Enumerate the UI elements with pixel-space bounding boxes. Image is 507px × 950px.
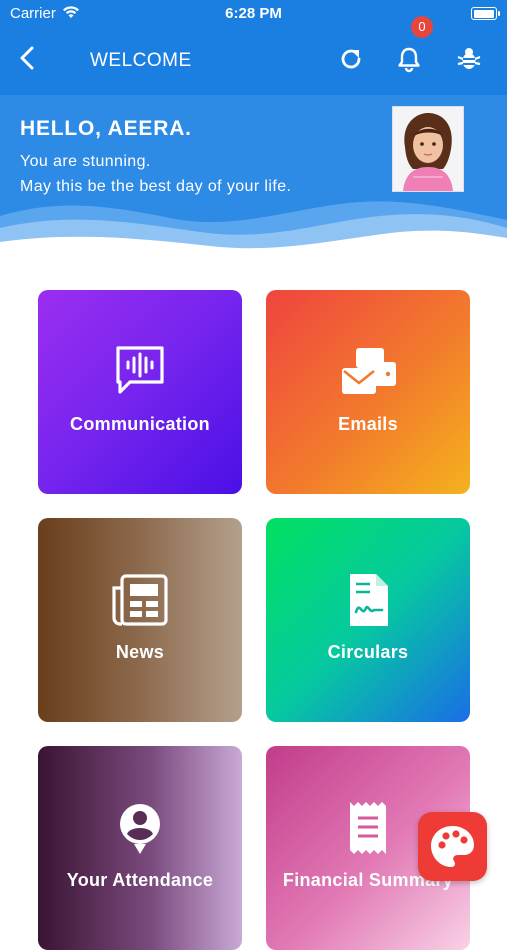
back-icon[interactable] <box>14 44 42 72</box>
notification-badge: 0 <box>411 16 433 38</box>
bell-icon[interactable] <box>395 45 423 73</box>
avatar <box>393 107 463 191</box>
greeting-banner: HELLO, AEERA. You are stunning. May this… <box>0 95 507 265</box>
navigation-bar: WELCOME <box>0 28 507 92</box>
tile-label: Your Attendance <box>66 870 214 890</box>
page-title: WELCOME <box>90 50 192 71</box>
tile-label: Communication <box>70 414 210 434</box>
attendance-icon <box>120 804 160 854</box>
bug-icon[interactable] <box>455 45 483 73</box>
refresh-icon[interactable] <box>337 45 365 73</box>
greeting-line-2: May this be the best day of your life. <box>20 178 292 195</box>
document-icon <box>350 574 388 626</box>
tile-label: Circulars <box>327 642 409 662</box>
tile-label: Emails <box>338 414 398 434</box>
battery-icon <box>471 7 500 20</box>
greeting-line-1: You are stunning. <box>20 153 151 170</box>
news-tile[interactable]: News <box>38 518 242 722</box>
circulars-tile[interactable]: Circulars <box>266 518 470 722</box>
receipt-icon <box>350 802 386 854</box>
attendance-tile[interactable]: Your Attendance <box>38 746 242 950</box>
profile-photo[interactable] <box>392 106 464 192</box>
newspaper-icon <box>112 574 168 626</box>
communication-tile[interactable]: Communication <box>38 290 242 494</box>
mail-icon <box>342 348 396 394</box>
wave-decoration <box>0 201 507 265</box>
emails-tile[interactable]: Emails <box>266 290 470 494</box>
chat-icon <box>116 346 164 394</box>
greeting-title: HELLO, AEERA. <box>20 117 192 140</box>
tile-label: News <box>115 642 165 662</box>
palette-icon <box>431 826 474 867</box>
status-time: 6:28 PM <box>225 5 282 22</box>
theme-button[interactable] <box>418 812 487 881</box>
